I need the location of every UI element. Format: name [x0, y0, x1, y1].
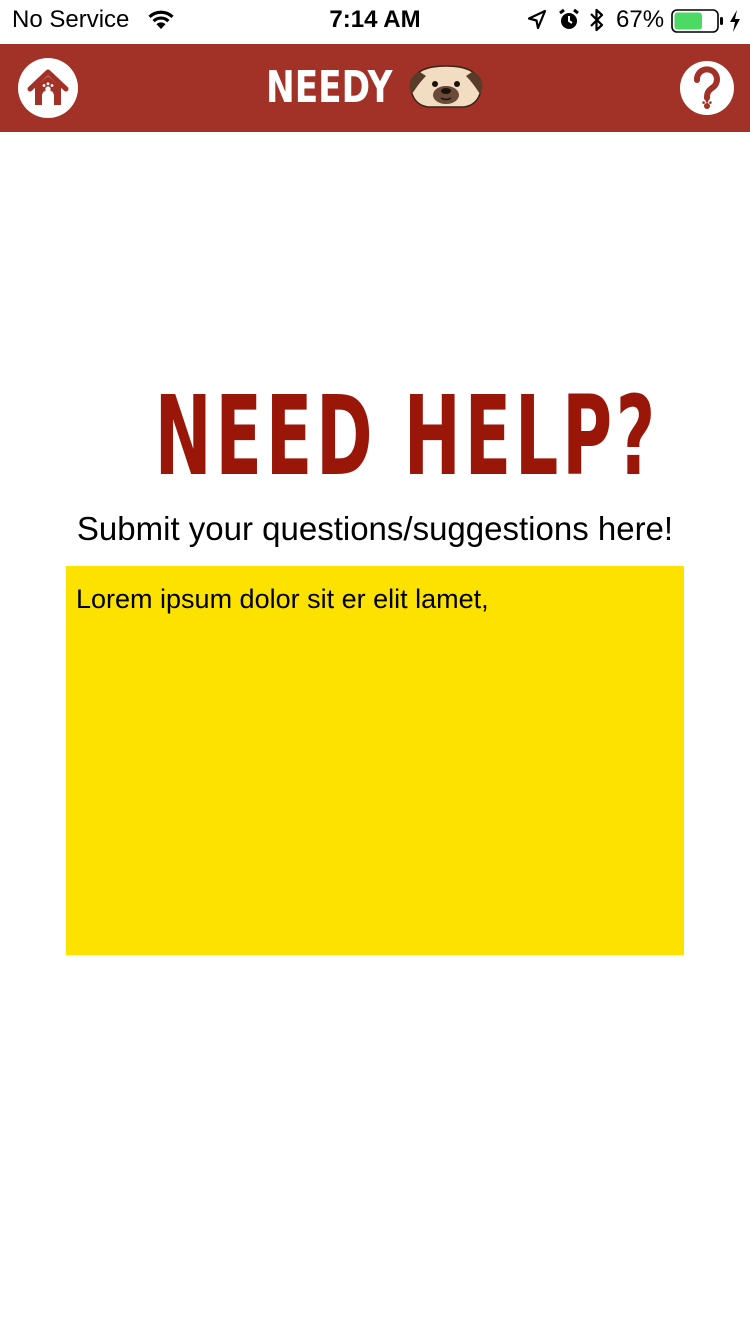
bluetooth-icon	[589, 7, 605, 38]
status-bar: No Service 7:14 AM 67%	[0, 0, 750, 44]
pug-face-icon	[406, 62, 486, 115]
location-arrow-icon	[527, 9, 547, 36]
charging-bolt-icon	[728, 9, 742, 38]
question-paw-help-icon	[680, 61, 734, 115]
help-button[interactable]	[680, 58, 734, 118]
page-heading: NEED HELP?	[0, 378, 750, 494]
doghouse-home-icon	[27, 69, 69, 105]
alarm-icon	[558, 8, 580, 37]
app-brand: NEEDY	[266, 58, 486, 118]
nav-bar: NEEDY	[0, 44, 750, 132]
page-subtitle: Submit your questions/suggestions here!	[76, 510, 674, 547]
battery-icon	[671, 9, 725, 38]
app-title: NEEDY	[266, 62, 393, 113]
battery-percent: 67%	[616, 6, 665, 33]
page-heading-text: NEED HELP?	[154, 372, 660, 500]
question-suggestion-input[interactable]	[66, 566, 684, 955]
home-button[interactable]	[18, 58, 78, 118]
